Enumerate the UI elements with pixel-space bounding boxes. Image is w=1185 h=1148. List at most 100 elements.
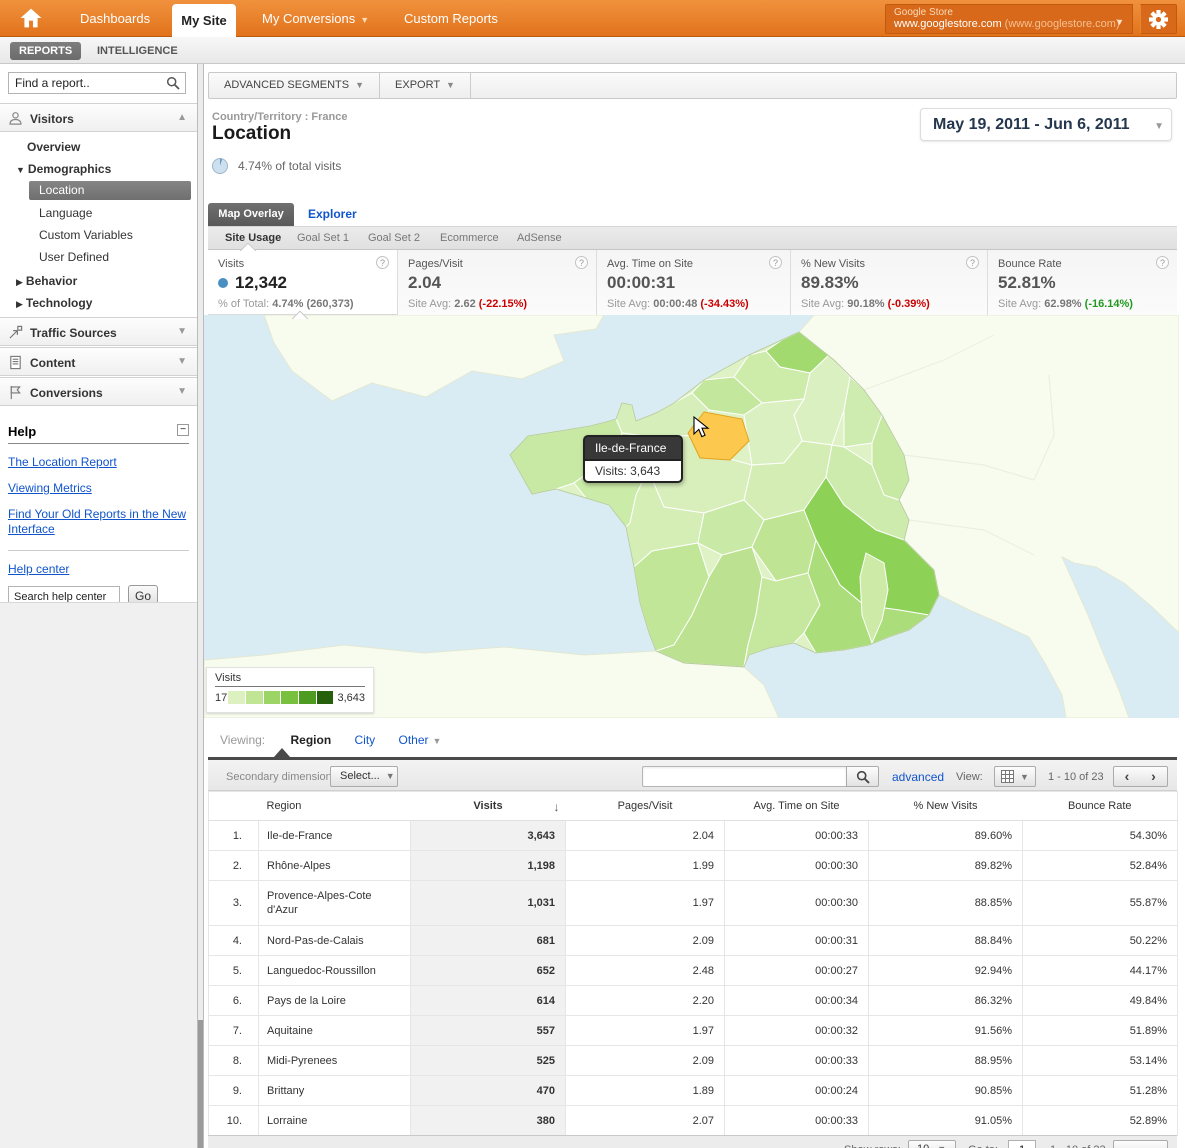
table-row[interactable]: 6. Pays de la Loire 614 2.20 00:00:34 86… <box>208 985 1178 1016</box>
nav-dashboards[interactable]: Dashboards <box>80 0 150 37</box>
geo-map[interactable]: Ile-de-France Visits: 3,643 Visits 17 3,… <box>204 315 1179 718</box>
ribbon-bar: REPORTS INTELLIGENCE <box>0 37 1185 64</box>
sidebar-item-technology[interactable]: ▶ Technology <box>16 296 92 310</box>
legend-swatch <box>299 691 316 704</box>
legend-max: 3,643 <box>337 691 365 704</box>
table-row[interactable]: 3. Provence-Alpes-Cote d'Azur 1,031 1.97… <box>208 880 1178 926</box>
export-button[interactable]: EXPORT ▼ <box>380 73 471 98</box>
prev-page-button[interactable]: ‹ <box>1113 766 1141 787</box>
table-row[interactable]: 9. Brittany 470 1.89 00:00:24 90.85% 51.… <box>208 1075 1178 1106</box>
help-icon[interactable]: ? <box>1156 256 1169 269</box>
col-header-region[interactable]: Region <box>258 791 411 821</box>
footer-prev-page-button[interactable]: ‹ <box>1113 1140 1141 1148</box>
help-icon[interactable]: ? <box>966 256 979 269</box>
legend-swatch <box>316 691 334 704</box>
metric-avg-time: Avg. Time on Site 00:00:31 Site Avg: 00:… <box>596 250 790 315</box>
sidebar-item-demographics[interactable]: ▼ Demographics <box>16 162 111 176</box>
visitors-person-icon <box>8 111 23 129</box>
subtab-goal-set-1[interactable]: Goal Set 1 <box>297 227 349 250</box>
table-row[interactable]: 7. Aquitaine 557 1.97 00:00:32 91.56% 51… <box>208 1015 1178 1046</box>
main-content: ADVANCED SEGMENTS ▼ EXPORT ▼ Country/Terri… <box>204 64 1181 1148</box>
metric-bounce-rate: Bounce Rate 52.81% Site Avg: 62.98% (-16… <box>987 250 1177 315</box>
table-row[interactable]: 10. Lorraine 380 2.07 00:00:33 91.05% 52… <box>208 1105 1178 1136</box>
account-profile: www.googlestore.com (www.googlestore.com… <box>894 18 1120 30</box>
home-icon[interactable] <box>20 8 46 30</box>
settings-button[interactable] <box>1140 4 1177 34</box>
tab-reports[interactable]: REPORTS <box>10 42 82 60</box>
goto-page-input[interactable] <box>1008 1140 1036 1148</box>
table-search-button[interactable] <box>846 766 879 787</box>
nav-my-site-active-tab[interactable]: My Site <box>172 4 236 37</box>
subtab-adsense[interactable]: AdSense <box>517 227 562 250</box>
help-panel: Help − The Location Report Viewing Metri… <box>8 424 189 608</box>
sidebar-item-location-selected[interactable]: Location <box>29 181 191 200</box>
account-selector[interactable]: Google Store www.googlestore.com (www.go… <box>885 4 1133 34</box>
table-view-selector[interactable]: ▼ <box>994 766 1036 787</box>
show-rows-select[interactable]: 10▼ <box>908 1140 956 1148</box>
help-icon[interactable]: ? <box>575 256 588 269</box>
scrollbar-thumb[interactable] <box>198 1020 203 1148</box>
table-row[interactable]: 5. Languedoc-Roussillon 652 2.48 00:00:2… <box>208 955 1178 986</box>
viewing-city[interactable]: City <box>355 733 376 747</box>
sidebar-item-custom-variables[interactable]: Custom Variables <box>39 228 133 242</box>
table-toolbar: Secondary dimension: Select... ▼ advanced… <box>208 757 1177 791</box>
footer-pagination-range: 1 - 10 of 23 <box>1050 1144 1106 1148</box>
legend-min: 17 <box>215 691 228 704</box>
metric-pages-visit: Pages/Visit 2.04 Site Avg: 2.62 (-22.15%… <box>397 250 596 315</box>
find-report-input[interactable] <box>8 72 186 94</box>
legend-swatch <box>263 691 281 704</box>
active-subtab-pointer <box>240 241 258 251</box>
table-row[interactable]: 2. Rhône-Alpes 1,198 1.99 00:00:30 89.82… <box>208 850 1178 881</box>
nav-custom-reports[interactable]: Custom Reports <box>404 0 498 37</box>
collapse-minus-icon[interactable]: − <box>177 424 189 436</box>
chevron-down-icon: ▼ <box>355 80 365 90</box>
triangle-right-icon: ▶ <box>16 277 23 287</box>
table-row[interactable]: 4. Nord-Pas-de-Calais 681 2.09 00:00:31 … <box>208 925 1178 956</box>
col-header-avg-time[interactable]: Avg. Time on Site <box>724 791 869 821</box>
subtab-ecommerce[interactable]: Ecommerce <box>440 227 499 250</box>
sidebar-section-content[interactable]: Content ▼ <box>0 347 197 376</box>
col-header-new-visits[interactable]: % New Visits <box>868 791 1023 821</box>
help-link-location-report[interactable]: The Location Report <box>8 455 189 470</box>
col-header-bounce-rate[interactable]: Bounce Rate <box>1022 791 1178 821</box>
tab-explorer[interactable]: Explorer <box>308 207 357 221</box>
help-link-old-reports[interactable]: Find Your Old Reports in the New Interfa… <box>8 507 189 537</box>
table-row[interactable]: 1. Ile-de-France 3,643 2.04 00:00:33 89.… <box>208 820 1178 851</box>
sort-desc-icon[interactable]: ↓ <box>554 800 560 814</box>
col-header-visits[interactable]: Visits ↓ <box>410 791 566 821</box>
sidebar-section-conversions[interactable]: Conversions ▼ <box>0 377 197 406</box>
sidebar-section-traffic-sources[interactable]: Traffic Sources ▼ <box>0 317 197 346</box>
nav-my-conversions[interactable]: My Conversions ▼ <box>262 0 369 37</box>
footer-next-page-button[interactable]: › <box>1140 1140 1168 1148</box>
pane-divider-scrollbar[interactable] <box>197 64 204 1148</box>
help-center-link[interactable]: Help center <box>8 562 189 577</box>
advanced-segments-button[interactable]: ADVANCED SEGMENTS ▼ <box>209 73 381 98</box>
tooltip-region-visits: Visits: 3,643 <box>583 459 683 483</box>
table-row[interactable]: 8. Midi-Pyrenees 525 2.09 00:00:33 88.95… <box>208 1045 1178 1076</box>
metric-group-tabs: Site Usage Goal Set 1 Goal Set 2 Ecommer… <box>208 226 1177 250</box>
table-search-input[interactable] <box>642 766 847 787</box>
help-link-viewing-metrics[interactable]: Viewing Metrics <box>8 481 189 496</box>
col-header-pages-visit[interactable]: Pages/Visit <box>565 791 725 821</box>
view-label: View: <box>956 771 983 783</box>
sidebar-item-behavior[interactable]: ▶ Behavior <box>16 274 77 288</box>
tab-intelligence[interactable]: INTELLIGENCE <box>97 42 178 60</box>
search-icon[interactable] <box>166 76 180 93</box>
help-icon[interactable]: ? <box>769 256 782 269</box>
viewing-region-active[interactable]: Region <box>290 733 331 747</box>
sidebar-item-language[interactable]: Language <box>39 206 92 220</box>
subtab-goal-set-2[interactable]: Goal Set 2 <box>368 227 420 250</box>
secondary-dimension-select[interactable]: Select... ▼ <box>330 766 398 787</box>
advanced-search-link[interactable]: advanced <box>892 770 944 784</box>
viewing-other[interactable]: Other ▼ <box>399 733 442 747</box>
total-visits-row: 4.74% of total visits <box>212 158 341 174</box>
tab-map-overlay-active[interactable]: Map Overlay <box>208 203 294 226</box>
help-icon[interactable]: ? <box>376 256 389 269</box>
next-page-button[interactable]: › <box>1140 766 1168 787</box>
sidebar-item-user-defined[interactable]: User Defined <box>39 250 109 264</box>
collapse-down-icon: ▼ <box>177 356 187 367</box>
sidebar-item-overview[interactable]: Overview <box>27 140 80 154</box>
chevron-down-icon: ▼ <box>446 80 455 90</box>
sidebar-section-visitors[interactable]: Visitors ▲ <box>0 103 197 132</box>
date-range-selector[interactable]: May 19, 2011 - Jun 6, 2011 ▼ <box>920 108 1172 141</box>
